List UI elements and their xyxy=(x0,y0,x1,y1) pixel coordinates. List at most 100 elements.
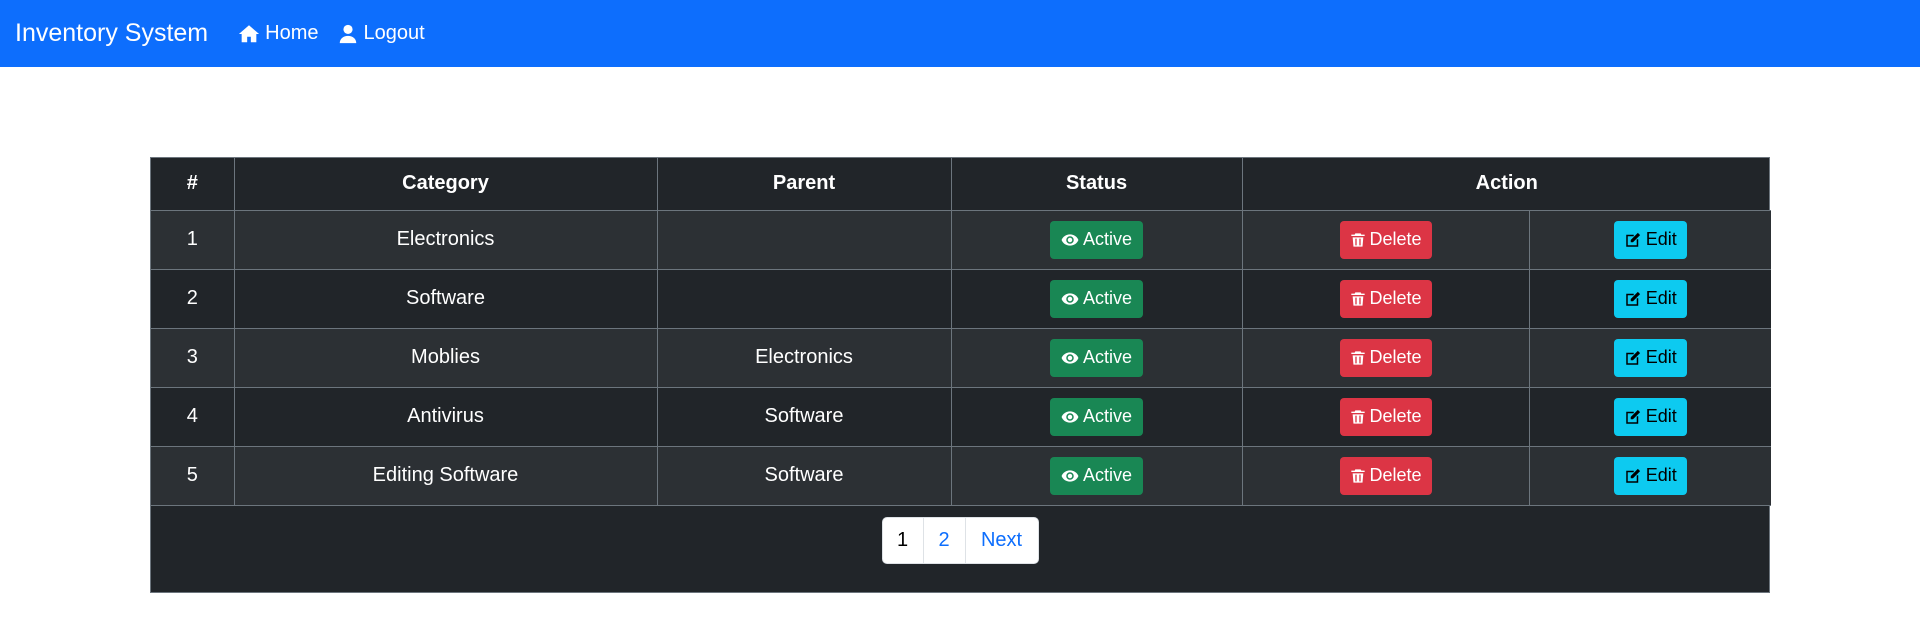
row-delete-cell: Delete xyxy=(1241,386,1530,447)
active-label: Active xyxy=(1082,288,1133,308)
row-delete-cell: Delete xyxy=(1241,268,1530,329)
trash-icon xyxy=(1350,350,1365,365)
trash-icon xyxy=(1350,409,1365,424)
table-row: 2 Software Active Delete Edit xyxy=(151,268,1771,329)
row-parent xyxy=(656,209,952,270)
row-number: 3 xyxy=(151,327,235,388)
edit-icon xyxy=(1625,409,1640,424)
edit-button[interactable]: Edit xyxy=(1613,279,1687,318)
edit-label: Edit xyxy=(1645,406,1677,426)
header-action: Action xyxy=(1241,158,1771,211)
row-delete-cell: Delete xyxy=(1241,327,1530,388)
row-status-cell: Active xyxy=(950,445,1243,506)
pagination: 1 2 Next xyxy=(881,516,1039,564)
page-1-link[interactable]: 1 xyxy=(883,517,924,563)
active-label: Active xyxy=(1082,406,1133,426)
edit-label: Edit xyxy=(1645,288,1677,308)
header-parent: Parent xyxy=(656,158,952,211)
row-category: Moblies xyxy=(233,327,658,388)
delete-label: Delete xyxy=(1369,347,1422,367)
table-row: 4 Antivirus Software Active Delete Edit xyxy=(151,386,1771,447)
row-edit-cell: Edit xyxy=(1528,209,1771,270)
header-status: Status xyxy=(950,158,1243,211)
delete-button[interactable]: Delete xyxy=(1339,220,1432,259)
row-parent: Software xyxy=(656,445,952,506)
active-status-button[interactable]: Active xyxy=(1050,456,1143,495)
row-status-cell: Active xyxy=(950,327,1243,388)
category-table-container: # Category Parent Status Action 1 Electro… xyxy=(150,157,1771,594)
trash-icon xyxy=(1350,291,1365,306)
eye-icon xyxy=(1061,233,1079,246)
delete-button[interactable]: Delete xyxy=(1339,279,1432,318)
row-status-cell: Active xyxy=(950,209,1243,270)
header-category: Category xyxy=(233,158,658,211)
page-2-link[interactable]: 2 xyxy=(924,517,966,563)
user-icon xyxy=(339,24,356,43)
edit-label: Edit xyxy=(1645,347,1677,367)
row-number: 1 xyxy=(151,209,235,270)
delete-button[interactable]: Delete xyxy=(1339,397,1432,436)
active-status-button[interactable]: Active xyxy=(1050,279,1143,318)
edit-label: Edit xyxy=(1645,465,1677,485)
active-label: Active xyxy=(1082,347,1133,367)
row-parent: Software xyxy=(656,386,952,447)
next-page-link[interactable]: Next xyxy=(966,518,1038,563)
delete-label: Delete xyxy=(1369,288,1422,308)
edit-icon xyxy=(1625,291,1640,306)
brand-title[interactable]: Inventory System xyxy=(15,19,208,48)
navbar: Inventory System Home Logout xyxy=(0,0,1920,67)
eye-icon xyxy=(1061,469,1079,482)
eye-icon xyxy=(1061,351,1079,364)
row-category: Antivirus xyxy=(233,386,658,447)
row-parent: Electronics xyxy=(656,327,952,388)
edit-button[interactable]: Edit xyxy=(1613,338,1687,377)
delete-label: Delete xyxy=(1369,465,1422,485)
row-delete-cell: Delete xyxy=(1241,209,1530,270)
edit-button[interactable]: Edit xyxy=(1613,220,1687,259)
row-status-cell: Active xyxy=(950,268,1243,329)
table-row: 1 Electronics Active Delete Edit xyxy=(151,209,1771,270)
row-parent xyxy=(656,268,952,329)
active-label: Active xyxy=(1082,465,1133,485)
trash-icon xyxy=(1350,232,1365,247)
nav-home-label: Home xyxy=(265,22,319,44)
edit-button[interactable]: Edit xyxy=(1613,397,1687,436)
edit-icon xyxy=(1625,350,1640,365)
table-header-row: # Category Parent Status Action xyxy=(151,158,1771,211)
edit-label: Edit xyxy=(1645,229,1677,249)
pagination-area: 1 2 Next xyxy=(151,506,1769,594)
nav-home-link[interactable]: Home xyxy=(238,22,319,45)
row-category: Electronics xyxy=(233,209,658,270)
edit-icon xyxy=(1625,232,1640,247)
active-status-button[interactable]: Active xyxy=(1050,220,1143,259)
nav-logout-link[interactable]: Logout xyxy=(337,22,425,45)
row-delete-cell: Delete xyxy=(1241,445,1530,506)
active-status-button[interactable]: Active xyxy=(1050,397,1143,436)
eye-icon xyxy=(1061,410,1079,423)
nav-logout-label: Logout xyxy=(363,22,425,44)
table-row: 3 Moblies Electronics Active Delete Edit xyxy=(151,327,1771,388)
category-table: # Category Parent Status Action 1 Electro… xyxy=(151,158,1771,506)
row-category: Software xyxy=(233,268,658,329)
trash-icon xyxy=(1350,468,1365,483)
edit-icon xyxy=(1625,468,1640,483)
delete-label: Delete xyxy=(1369,229,1422,249)
delete-button[interactable]: Delete xyxy=(1339,338,1432,377)
row-number: 5 xyxy=(151,445,235,506)
row-edit-cell: Edit xyxy=(1528,445,1771,506)
active-label: Active xyxy=(1082,229,1133,249)
row-edit-cell: Edit xyxy=(1528,268,1771,329)
row-status-cell: Active xyxy=(950,386,1243,447)
row-edit-cell: Edit xyxy=(1528,327,1771,388)
row-category: Editing Software xyxy=(233,445,658,506)
home-icon xyxy=(239,24,260,42)
row-number: 4 xyxy=(151,386,235,447)
eye-icon xyxy=(1061,292,1079,305)
delete-label: Delete xyxy=(1369,406,1422,426)
edit-button[interactable]: Edit xyxy=(1613,456,1687,495)
active-status-button[interactable]: Active xyxy=(1050,338,1143,377)
row-number: 2 xyxy=(151,268,235,329)
table-row: 5 Editing Software Software Active Delete Edi… xyxy=(151,445,1771,506)
row-edit-cell: Edit xyxy=(1528,386,1771,447)
delete-button[interactable]: Delete xyxy=(1339,456,1432,495)
